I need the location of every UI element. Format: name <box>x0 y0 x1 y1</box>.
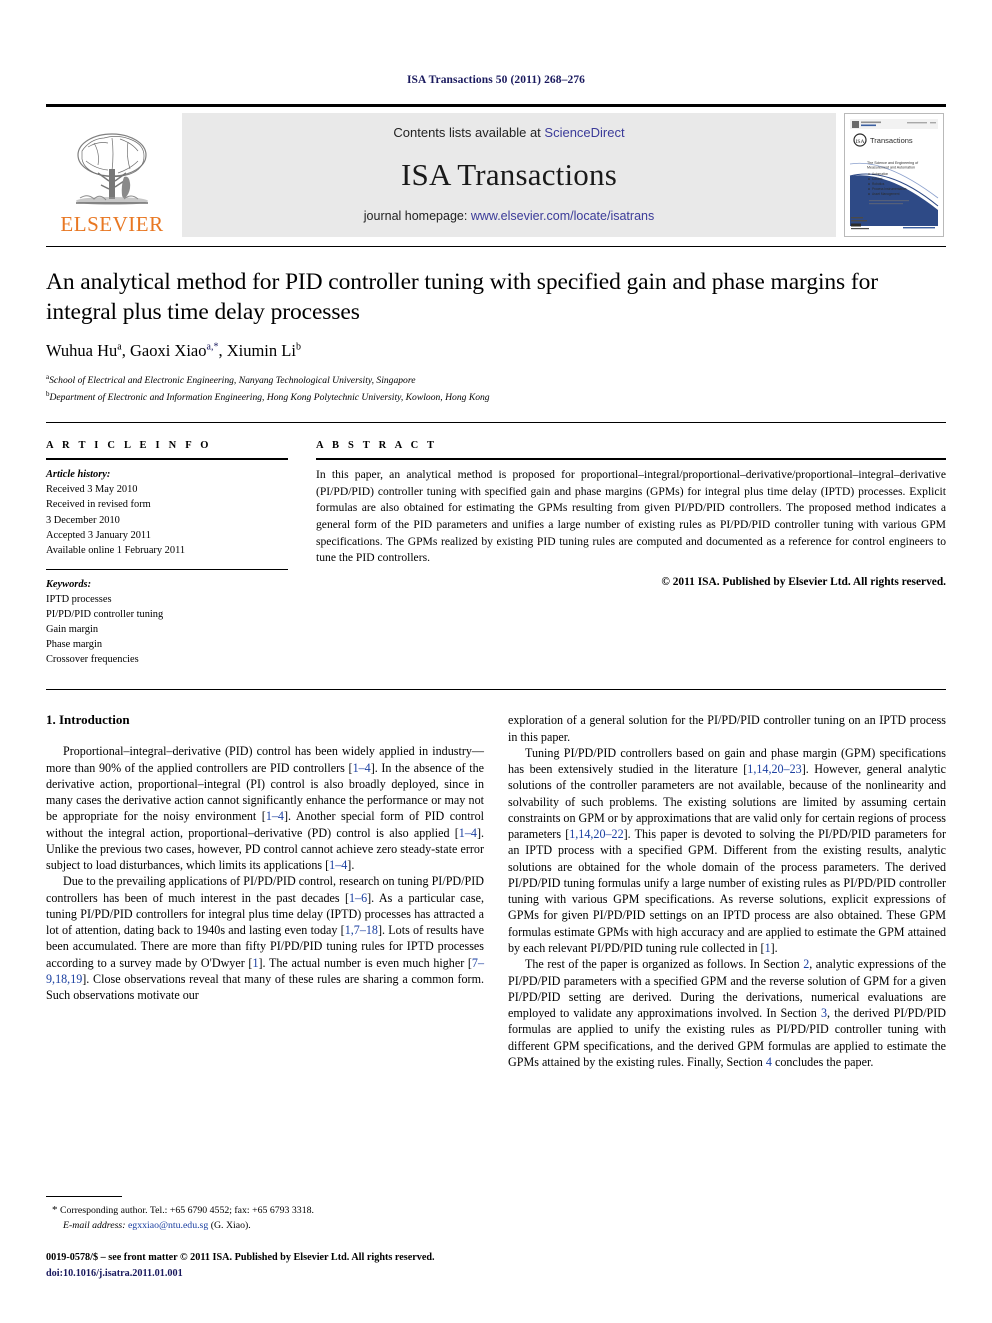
svg-text:Measurement and Automation: Measurement and Automation <box>867 166 915 170</box>
author-affil-marker: a <box>117 341 122 353</box>
footnote-area: * Corresponding author. Tel.: +65 6790 4… <box>46 1196 484 1281</box>
article-history-item: Received 3 May 2010 <box>46 484 138 496</box>
svg-text:Process Instrumentation: Process Instrumentation <box>872 187 907 191</box>
citation-ref[interactable]: 1,14,20–23 <box>747 762 801 776</box>
copyright-line: © 2011 ISA. Published by Elsevier Ltd. A… <box>661 575 946 588</box>
sciencedirect-link[interactable]: ScienceDirect <box>544 125 624 140</box>
author-affil-marker: b <box>295 341 301 353</box>
citation-ref[interactable]: 1,14,20–22 <box>569 827 623 841</box>
svg-text:Transactions: Transactions <box>870 136 913 145</box>
article-history-item: Accepted 3 January 2011 <box>46 529 151 541</box>
author-affil-marker-corresponding[interactable]: a,* <box>207 342 219 353</box>
affiliation: aSchool of Electrical and Electronic Eng… <box>46 372 946 389</box>
divider <box>316 458 946 461</box>
body-paragraph: The rest of the paper is organized as fo… <box>508 957 946 1069</box>
svg-text:Robotics: Robotics <box>872 182 885 186</box>
homepage-prefix: journal homepage: <box>363 209 471 223</box>
section-heading-introduction: 1. Introduction <box>46 712 130 728</box>
footnote-divider <box>46 1196 122 1198</box>
article-history-label: Article history: <box>46 469 111 481</box>
elsevier-tree-icon <box>76 133 148 205</box>
article-history-item: 3 December 2010 <box>46 514 120 526</box>
citation-ref[interactable]: 1–4 <box>329 858 347 872</box>
affiliation: bDepartment of Electronic and Informatio… <box>46 389 946 406</box>
author-name: Gaoxi Xiao <box>129 341 207 361</box>
keyword-item: Gain margin <box>46 624 99 636</box>
affiliation-text: Department of Electronic and Information… <box>49 391 490 403</box>
journal-cover-thumbnail-icon: ISA Transactions The Science and Enginee… <box>844 113 944 237</box>
body-column-left: 1. Introduction Proportional–integral–de… <box>46 712 484 1070</box>
page-title: An analytical method for PID controller … <box>46 269 878 326</box>
elsevier-logo: ELSEVIER <box>46 113 178 237</box>
svg-text:ISA: ISA <box>856 139 865 145</box>
article-history-item: Available online 1 February 2011 <box>46 544 186 556</box>
email-note: E-mail address: egxxiao@ntu.edu.sg (G. X… <box>46 1219 484 1233</box>
abstract-heading: A B S T R A C T <box>316 440 438 452</box>
divider <box>46 689 946 691</box>
citation-ref[interactable]: 1–4 <box>353 761 371 775</box>
body-paragraph: Proportional–integral–derivative (PID) c… <box>46 744 485 873</box>
imprint-block: 0019-0578/$ – see front matter © 2011 IS… <box>46 1250 484 1281</box>
keyword-item: PI/PD/PID controller tuning <box>46 608 164 620</box>
keywords-label: Keywords: <box>46 578 92 590</box>
abstract-column: A B S T R A C T In this paper, an analyt… <box>316 440 946 667</box>
body-paragraph: Due to the prevailing applications of PI… <box>46 874 485 1003</box>
corresponding-author-text: Corresponding author. Tel.: +65 6790 455… <box>59 1205 314 1217</box>
author-name: Xiumin Li <box>226 341 296 361</box>
contents-banner: Contents lists available at ScienceDirec… <box>182 113 836 237</box>
article-page: ISA Transactions 50 (2011) 268–276 ELSEV… <box>0 0 992 1323</box>
article-info-heading: A R T I C L E I N F O <box>46 440 212 452</box>
citation-ref[interactable]: 1,7–18 <box>345 923 378 937</box>
issn-copyright-line: 0019-0578/$ – see front matter © 2011 IS… <box>46 1252 435 1264</box>
keyword-item: Crossover frequencies <box>46 654 139 666</box>
svg-text:Control: Control <box>872 177 883 181</box>
journal-homepage-link[interactable]: www.elsevier.com/locate/isatrans <box>471 209 654 223</box>
article-info-column: A R T I C L E I N F O Article history: R… <box>46 440 288 667</box>
section-ref[interactable]: 4 <box>766 1055 772 1069</box>
citation-ref[interactable]: 1 <box>765 941 771 955</box>
divider <box>46 458 288 461</box>
citation-ref[interactable]: 1–4 <box>266 809 284 823</box>
contents-prefix: Contents lists available at <box>393 125 545 140</box>
running-head: ISA Transactions 50 (2011) 268–276 <box>406 74 586 86</box>
keyword-item: Phase margin <box>46 639 103 651</box>
affiliation-text: School of Electrical and Electronic Engi… <box>49 375 416 387</box>
body-paragraph: Tuning PI/PD/PID controllers based on ga… <box>508 745 946 955</box>
corresponding-author-note: * Corresponding author. Tel.: +65 6790 4… <box>46 1202 484 1218</box>
citation-ref[interactable]: 1–4 <box>459 826 477 840</box>
doi-line[interactable]: doi:10.1016/j.isatra.2011.01.001 <box>46 1266 484 1281</box>
citation-ref[interactable]: 1–6 <box>349 891 367 905</box>
section-ref[interactable]: 2 <box>803 957 809 971</box>
author-name: Wuhua Hu <box>46 341 118 361</box>
corresponding-marker: * <box>52 1204 58 1217</box>
divider <box>46 568 288 570</box>
body-paragraph: exploration of a general solution for th… <box>508 713 946 744</box>
citation-ref[interactable]: 7–9,18,19 <box>46 956 484 986</box>
info-and-abstract: A R T I C L E I N F O Article history: R… <box>46 422 946 667</box>
svg-text:Automation: Automation <box>872 172 888 176</box>
citation-ref[interactable]: 1 <box>252 956 258 970</box>
author-list: Wuhua Hua, Gaoxi Xiaoa,*, Xiumin Lib <box>46 341 301 361</box>
body-column-right: exploration of a general solution for th… <box>508 712 946 1070</box>
elsevier-wordmark: ELSEVIER <box>60 212 164 236</box>
journal-masthead: ELSEVIER Contents lists available at Sci… <box>46 104 946 237</box>
body-columns: 1. Introduction Proportional–integral–de… <box>46 712 946 1070</box>
email-label: E-mail address: <box>63 1219 126 1231</box>
title-block: An analytical method for PID controller … <box>46 246 946 405</box>
journal-cover[interactable]: ISA Transactions The Science and Enginee… <box>842 113 946 237</box>
keyword-item: IPTD processes <box>46 593 112 605</box>
email-owner: (G. Xiao). <box>210 1219 251 1231</box>
article-history-item: Received in revised form <box>46 499 151 511</box>
section-ref[interactable]: 3 <box>821 1006 827 1020</box>
svg-text:Asset Management: Asset Management <box>872 192 900 196</box>
abstract-text: In this paper, an analytical method is p… <box>316 468 946 565</box>
contents-available-line: Contents lists available at ScienceDirec… <box>393 125 624 140</box>
email-link[interactable]: egxxiao@ntu.edu.sg <box>128 1220 208 1231</box>
journal-homepage-line: journal homepage: www.elsevier.com/locat… <box>364 209 654 223</box>
journal-title: ISA Transactions <box>401 156 617 192</box>
svg-text:The Science and Engineering of: The Science and Engineering of <box>867 161 918 165</box>
